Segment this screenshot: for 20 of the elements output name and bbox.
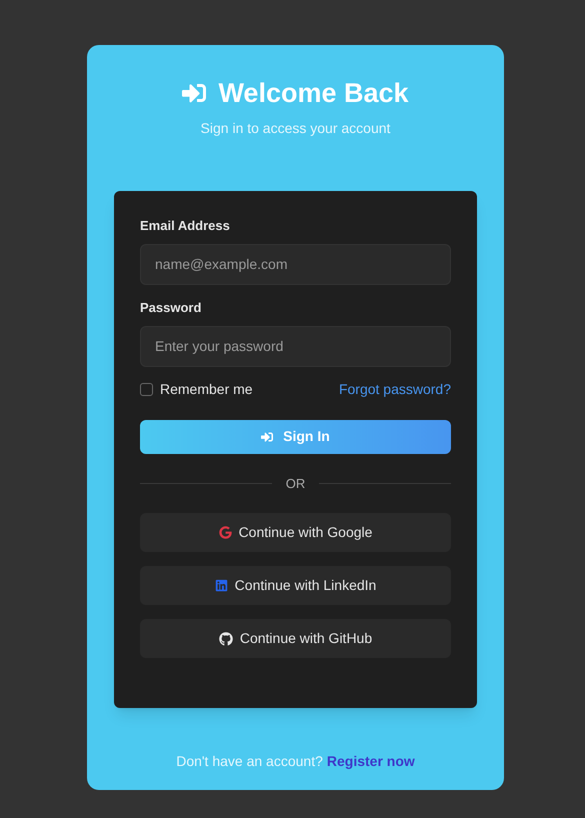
github-icon bbox=[218, 632, 233, 646]
social-login-button[interactable]: Continue with LinkedIn bbox=[140, 566, 451, 605]
email-field[interactable]: name@example.com bbox=[140, 244, 451, 284]
social-login-button[interactable]: Continue with GitHub bbox=[140, 619, 451, 658]
page-subtitle: Sign in to access your account bbox=[200, 118, 390, 138]
google-icon bbox=[218, 526, 232, 539]
password-field[interactable]: Enter your password bbox=[140, 326, 451, 366]
footer-text: Don't have an account? bbox=[176, 752, 323, 770]
sign-in-icon bbox=[261, 430, 274, 442]
field-label: Email Address bbox=[140, 216, 231, 234]
page-title: Welcome Back bbox=[218, 77, 409, 110]
remember-checkbox[interactable] bbox=[140, 383, 153, 396]
register-link[interactable]: Register now bbox=[326, 750, 415, 772]
field-label: Password bbox=[140, 298, 202, 316]
remember-label: Remember me bbox=[160, 380, 253, 399]
social-login-button[interactable]: Continue with Google bbox=[140, 513, 451, 552]
sign-in-icon bbox=[182, 81, 206, 106]
divider-text: OR bbox=[286, 474, 306, 492]
forgot-password-link[interactable]: Forgot password? bbox=[338, 379, 451, 400]
linkedin-icon bbox=[214, 579, 228, 592]
